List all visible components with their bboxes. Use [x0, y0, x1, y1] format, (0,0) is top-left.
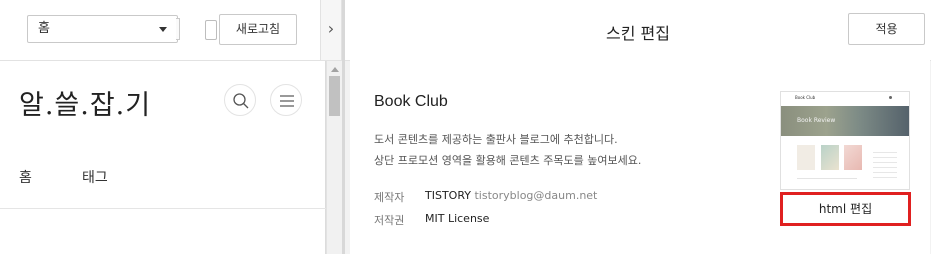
thumbnail-sidebar: [873, 148, 897, 178]
apply-button[interactable]: 적용: [848, 13, 925, 45]
author-value: TISTORY tistoryblog@daum.net: [425, 189, 597, 202]
html-edit-button[interactable]: html 편집: [780, 192, 911, 226]
page-title: 스킨 편집: [606, 24, 670, 43]
scrollbar-thumb[interactable]: [329, 76, 340, 116]
thumbnail-post-card: [844, 145, 862, 170]
chevron-right-icon: ›: [327, 19, 335, 38]
search-button[interactable]: [224, 84, 256, 116]
skin-thumbnail: Book Club Book Review: [780, 91, 910, 190]
editor-header: 스킨 편집 적용: [345, 0, 931, 61]
thumbnail-title: Book Club: [795, 95, 816, 100]
search-icon: [233, 93, 249, 109]
preview-scrollbar[interactable]: [326, 61, 342, 254]
thumbnail-post-card: [797, 145, 815, 170]
license-value: MIT License: [425, 212, 490, 225]
author-email: tistoryblog@daum.net: [474, 189, 598, 202]
thumbnail-hero-text: Book Review: [797, 117, 836, 124]
scroll-up-arrow-icon[interactable]: [331, 67, 339, 72]
page-select-value: 홈: [38, 21, 50, 36]
author-name: TISTORY: [425, 189, 471, 202]
skin-description-line: 도서 콘텐츠를 제공하는 출판사 블로그에 추천합니다.: [374, 133, 618, 146]
select-edge: [176, 18, 180, 40]
mobile-device-icon[interactable]: [205, 20, 217, 40]
thumbnail-post-card: [821, 145, 839, 170]
collapse-preview-button[interactable]: ›: [320, 0, 342, 61]
blog-title[interactable]: 알.쓸.잡.기: [19, 83, 151, 122]
skin-editor-pane: 스킨 편집 적용 Book Club 도서 콘텐츠를 제공하는 출판사 블로그에…: [342, 0, 931, 254]
skin-description-line: 상단 프로모션 영역을 활용해 콘텐츠 주목도를 높여보세요.: [374, 154, 642, 167]
chevron-down-icon: [159, 27, 167, 32]
nav-item-tag[interactable]: 태그: [82, 167, 108, 187]
page-select[interactable]: 홈: [27, 15, 178, 43]
skin-info-card: Book Club 도서 콘텐츠를 제공하는 출판사 블로그에 추천합니다. 상…: [350, 60, 930, 254]
thumbnail-search-icon: [889, 96, 892, 99]
preview-toolbar: 홈 새로고침: [0, 0, 326, 61]
thumbnail-header: Book Club: [781, 92, 909, 106]
author-label: 제작자: [374, 191, 405, 204]
divider: [0, 208, 326, 209]
skin-name: Book Club: [374, 93, 448, 110]
license-label: 저작권: [374, 214, 405, 227]
skin-description: 도서 콘텐츠를 제공하는 출판사 블로그에 추천합니다. 상단 프로모션 영역을…: [374, 129, 641, 171]
blog-preview-pane: 홈 새로고침 알.쓸.잡.기 홈 태그: [0, 0, 326, 254]
menu-button[interactable]: [270, 84, 302, 116]
refresh-button[interactable]: 새로고침: [219, 14, 297, 45]
thumbnail-divider: [797, 178, 857, 179]
nav-item-home[interactable]: 홈: [19, 167, 32, 187]
hamburger-menu-icon: [280, 95, 294, 107]
